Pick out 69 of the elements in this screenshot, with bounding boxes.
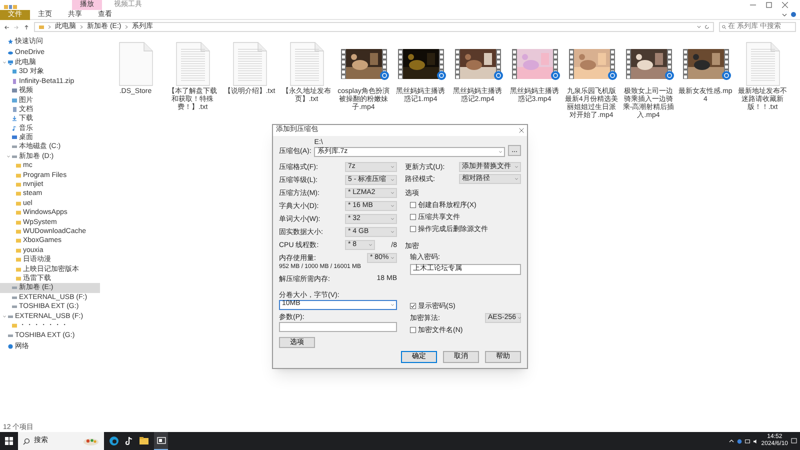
music-note-icon[interactable]	[124, 436, 134, 446]
desktop-icon	[12, 135, 17, 140]
chevron-right-icon	[80, 25, 83, 29]
chevron-right-icon	[48, 25, 51, 29]
help-icon[interactable]	[791, 12, 796, 17]
browser-icon[interactable]	[109, 436, 119, 446]
quick-access-icon[interactable]	[4, 4, 18, 10]
up-icon[interactable]	[24, 24, 29, 30]
notification-icon[interactable]	[791, 438, 797, 444]
text-file-icon	[290, 42, 324, 86]
archiver-taskbar-button[interactable]	[154, 432, 168, 450]
cube-icon	[12, 69, 17, 74]
dropdown-icon[interactable]	[697, 25, 701, 29]
food-bowl-icon	[83, 436, 99, 446]
image-icon	[12, 98, 17, 103]
film-strip-icon	[682, 48, 688, 78]
network-icon	[8, 344, 13, 349]
expand-chevron-icon[interactable]	[3, 60, 6, 64]
network-icon[interactable]	[745, 438, 750, 444]
folder-icon[interactable]	[139, 436, 149, 446]
checkbox[interactable]	[410, 303, 416, 309]
chevron-icon[interactable]	[782, 12, 787, 16]
blank-file-icon	[118, 42, 152, 86]
checkbox[interactable]	[410, 226, 416, 232]
volume-icon[interactable]	[753, 438, 758, 444]
film-strip-icon	[454, 48, 460, 78]
chevron-up-icon[interactable]	[729, 439, 734, 443]
checkbox[interactable]	[410, 202, 416, 208]
film-strip-icon	[568, 48, 574, 78]
video-icon	[12, 88, 17, 94]
text-file-icon	[232, 42, 266, 86]
expand-chevron-icon[interactable]	[7, 154, 10, 158]
computer-icon	[8, 60, 13, 65]
film-strip-icon	[340, 48, 346, 78]
sync-badge-icon	[494, 71, 502, 80]
window-icon	[156, 437, 166, 444]
text-file-icon	[746, 42, 780, 86]
search-icon	[722, 25, 726, 29]
film-strip-icon	[398, 48, 402, 78]
parameters-field[interactable]	[279, 322, 397, 332]
sync-badge-icon	[380, 71, 388, 80]
minimize-icon[interactable]	[750, 2, 756, 8]
download-icon	[12, 116, 17, 122]
back-icon[interactable]	[4, 24, 9, 30]
sync-badge-icon	[550, 71, 560, 80]
sync-badge-icon	[608, 71, 616, 80]
close-icon[interactable]	[519, 128, 524, 133]
checkbox[interactable]	[410, 327, 416, 333]
expand-chevron-icon[interactable]	[3, 314, 6, 318]
refresh-icon[interactable]	[705, 25, 709, 29]
sync-badge-icon	[664, 71, 674, 80]
checkbox[interactable]	[410, 214, 416, 220]
archive-icon	[12, 78, 17, 84]
close-icon[interactable]	[782, 2, 788, 8]
tray-app-icon[interactable]	[737, 438, 742, 444]
music-icon	[12, 126, 17, 131]
star-icon	[8, 39, 13, 44]
document-icon	[12, 106, 17, 112]
folder-icon	[39, 25, 44, 29]
sync-badge-icon	[722, 71, 730, 80]
text-file-icon	[176, 42, 210, 86]
cloud-icon	[8, 50, 13, 55]
maximize-icon[interactable]	[766, 2, 772, 8]
film-strip-icon	[512, 48, 516, 78]
search-icon	[23, 438, 30, 444]
sync-badge-icon	[436, 71, 446, 80]
chevron-right-icon	[125, 25, 128, 29]
film-strip-icon	[626, 48, 630, 78]
folder-icon	[12, 322, 17, 328]
